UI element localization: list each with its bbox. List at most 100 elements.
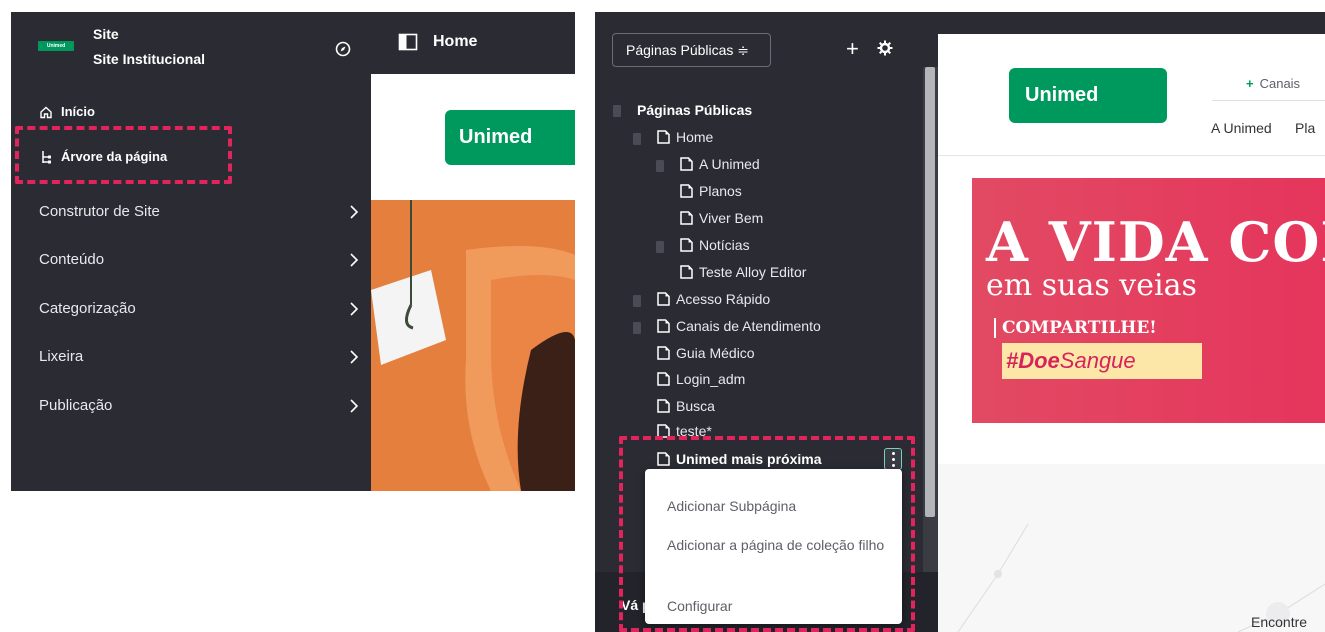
- network-lines: [957, 523, 1325, 632]
- tree-item-label: Busca: [676, 398, 715, 414]
- site-preview: Unimed: [371, 74, 575, 491]
- tree-item-label: Notícias: [699, 237, 750, 253]
- drag-handle[interactable]: [613, 105, 621, 117]
- tree-item[interactable]: A Unimed: [680, 153, 760, 175]
- illustration-art: [371, 200, 575, 491]
- tree-item-label: Guia Médico: [676, 345, 755, 361]
- left-screenshot: Unimed Site Site Institucional Início Ár…: [11, 12, 575, 491]
- banner-hashtag: #DoeSangue: [1002, 343, 1202, 379]
- scrollbar-thumb[interactable]: [925, 67, 935, 517]
- plus-icon: +: [1246, 76, 1254, 91]
- banner-title: A VIDA CORR: [986, 210, 1325, 274]
- tree-item[interactable]: Home: [657, 126, 713, 148]
- tree-item-label: Páginas Públicas: [637, 102, 753, 118]
- canais-link[interactable]: + Canais: [1246, 76, 1300, 91]
- highlight-box: [15, 126, 232, 184]
- page-icon: [680, 265, 693, 279]
- page-icon: [680, 211, 693, 225]
- nav-item-label: Conteúdo: [39, 251, 105, 268]
- nav-item-categorizacao[interactable]: Categorização: [39, 300, 359, 317]
- nav-item-construtor-de-site[interactable]: Construtor de Site: [39, 203, 359, 220]
- tree-item[interactable]: Canais de Atendimento: [657, 315, 821, 337]
- page-tree-panel: Páginas Públicas ≑ + Páginas Públicas Ho…: [595, 12, 938, 632]
- nav-item-inicio[interactable]: Início: [39, 104, 95, 119]
- tree-item-label: Viver Bem: [699, 210, 764, 226]
- tree-item-label: Acesso Rápido: [676, 291, 771, 307]
- page-topbar: Home: [371, 12, 575, 74]
- page-title: Home: [433, 33, 478, 50]
- nav-item-label: Lixeira: [39, 348, 84, 365]
- nav-item-label: Construtor de Site: [39, 203, 160, 220]
- unimed-logo: Unimed: [1009, 68, 1167, 123]
- home-icon: [40, 106, 52, 118]
- page-icon: [657, 292, 670, 306]
- tree-item[interactable]: Teste Alloy Editor: [680, 261, 806, 283]
- tree-item-label: Planos: [699, 183, 742, 199]
- nav-item-publicacao[interactable]: Publicação: [39, 397, 359, 414]
- tree-item-label: Teste Alloy Editor: [699, 264, 807, 280]
- page-icon: [657, 130, 670, 144]
- nav-divider: [1212, 100, 1325, 101]
- highlight-box: [619, 436, 915, 632]
- nav-item-lixeira[interactable]: Lixeira: [39, 348, 359, 365]
- unimed-logo: Unimed: [445, 110, 575, 165]
- nav-item-conteudo[interactable]: Conteúdo: [39, 251, 359, 268]
- encontre-text: Encontre: [1251, 614, 1308, 630]
- tree-item[interactable]: Acesso Rápido: [657, 288, 770, 310]
- chevron-right-icon: [350, 301, 359, 316]
- nav-item-label: Publicação: [39, 397, 113, 414]
- page-icon: [680, 238, 693, 252]
- preview-topbar: [938, 12, 1325, 34]
- banner-subtitle: em suas veias: [986, 268, 1197, 303]
- chevron-right-icon: [350, 252, 359, 267]
- add-page-icon[interactable]: +: [846, 38, 859, 60]
- chevron-right-icon: [350, 398, 359, 413]
- tree-item[interactable]: Login_adm: [657, 368, 745, 390]
- compass-icon[interactable]: [335, 41, 351, 57]
- page-icon: [657, 319, 670, 333]
- banner-illustration: [371, 200, 575, 491]
- site-subtitle[interactable]: Site Institucional: [93, 51, 205, 67]
- tree-item-label: Login_adm: [676, 371, 746, 387]
- tree-item[interactable]: Busca: [657, 395, 715, 417]
- page-icon: [657, 346, 670, 360]
- hashtag-bold: #Doe: [1006, 348, 1060, 373]
- chevron-right-icon: [350, 349, 359, 364]
- site-logo: Unimed: [38, 41, 74, 51]
- site-nav-a-unimed[interactable]: A Unimed: [1211, 120, 1272, 136]
- nav-item-label: Categorização: [39, 300, 136, 317]
- hashtag-rest: Sangue: [1059, 348, 1136, 373]
- drag-handle[interactable]: [633, 322, 641, 334]
- banner-share: COMPARTILHE!: [994, 318, 1157, 338]
- tree-item[interactable]: Viver Bem: [680, 207, 763, 229]
- page-icon: [657, 372, 670, 386]
- network-background: [938, 464, 1325, 632]
- tree-item[interactable]: Planos: [680, 180, 742, 202]
- page-icon: [657, 399, 670, 413]
- tree-item[interactable]: Notícias: [680, 234, 750, 256]
- drag-handle[interactable]: [633, 295, 641, 307]
- tree-item[interactable]: Páginas Públicas: [637, 99, 752, 121]
- site-nav-planos[interactable]: Pla: [1295, 120, 1315, 136]
- product-menu: Unimed Site Site Institucional Início Ár…: [11, 12, 371, 491]
- site-preview: Unimed + Canais A Unimed Pla A VIDA CORR …: [938, 34, 1325, 632]
- tree-item[interactable]: Guia Médico: [657, 342, 755, 364]
- side-panel-toggle-icon[interactable]: [398, 32, 418, 52]
- tree-item-label: Home: [676, 129, 714, 145]
- canais-label: Canais: [1259, 76, 1301, 91]
- drag-handle[interactable]: [633, 133, 641, 145]
- gear-icon[interactable]: [877, 40, 893, 56]
- tree-item-label: A Unimed: [699, 156, 760, 172]
- page-icon: [680, 184, 693, 198]
- nav-item-label: Início: [61, 104, 95, 119]
- tree-item-label: Canais de Atendimento: [676, 318, 821, 334]
- right-screenshot: Páginas Públicas ≑ + Páginas Públicas Ho…: [595, 12, 1325, 632]
- chevron-right-icon: [350, 204, 359, 219]
- header-divider: [938, 155, 1325, 156]
- page-icon: [680, 157, 693, 171]
- site-title: Site: [93, 26, 119, 42]
- site-pages-select[interactable]: Páginas Públicas ≑: [612, 33, 771, 67]
- drag-handle[interactable]: [656, 241, 664, 253]
- drag-handle[interactable]: [656, 160, 664, 172]
- donation-banner[interactable]: A VIDA CORR em suas veias COMPARTILHE! #…: [972, 178, 1325, 423]
